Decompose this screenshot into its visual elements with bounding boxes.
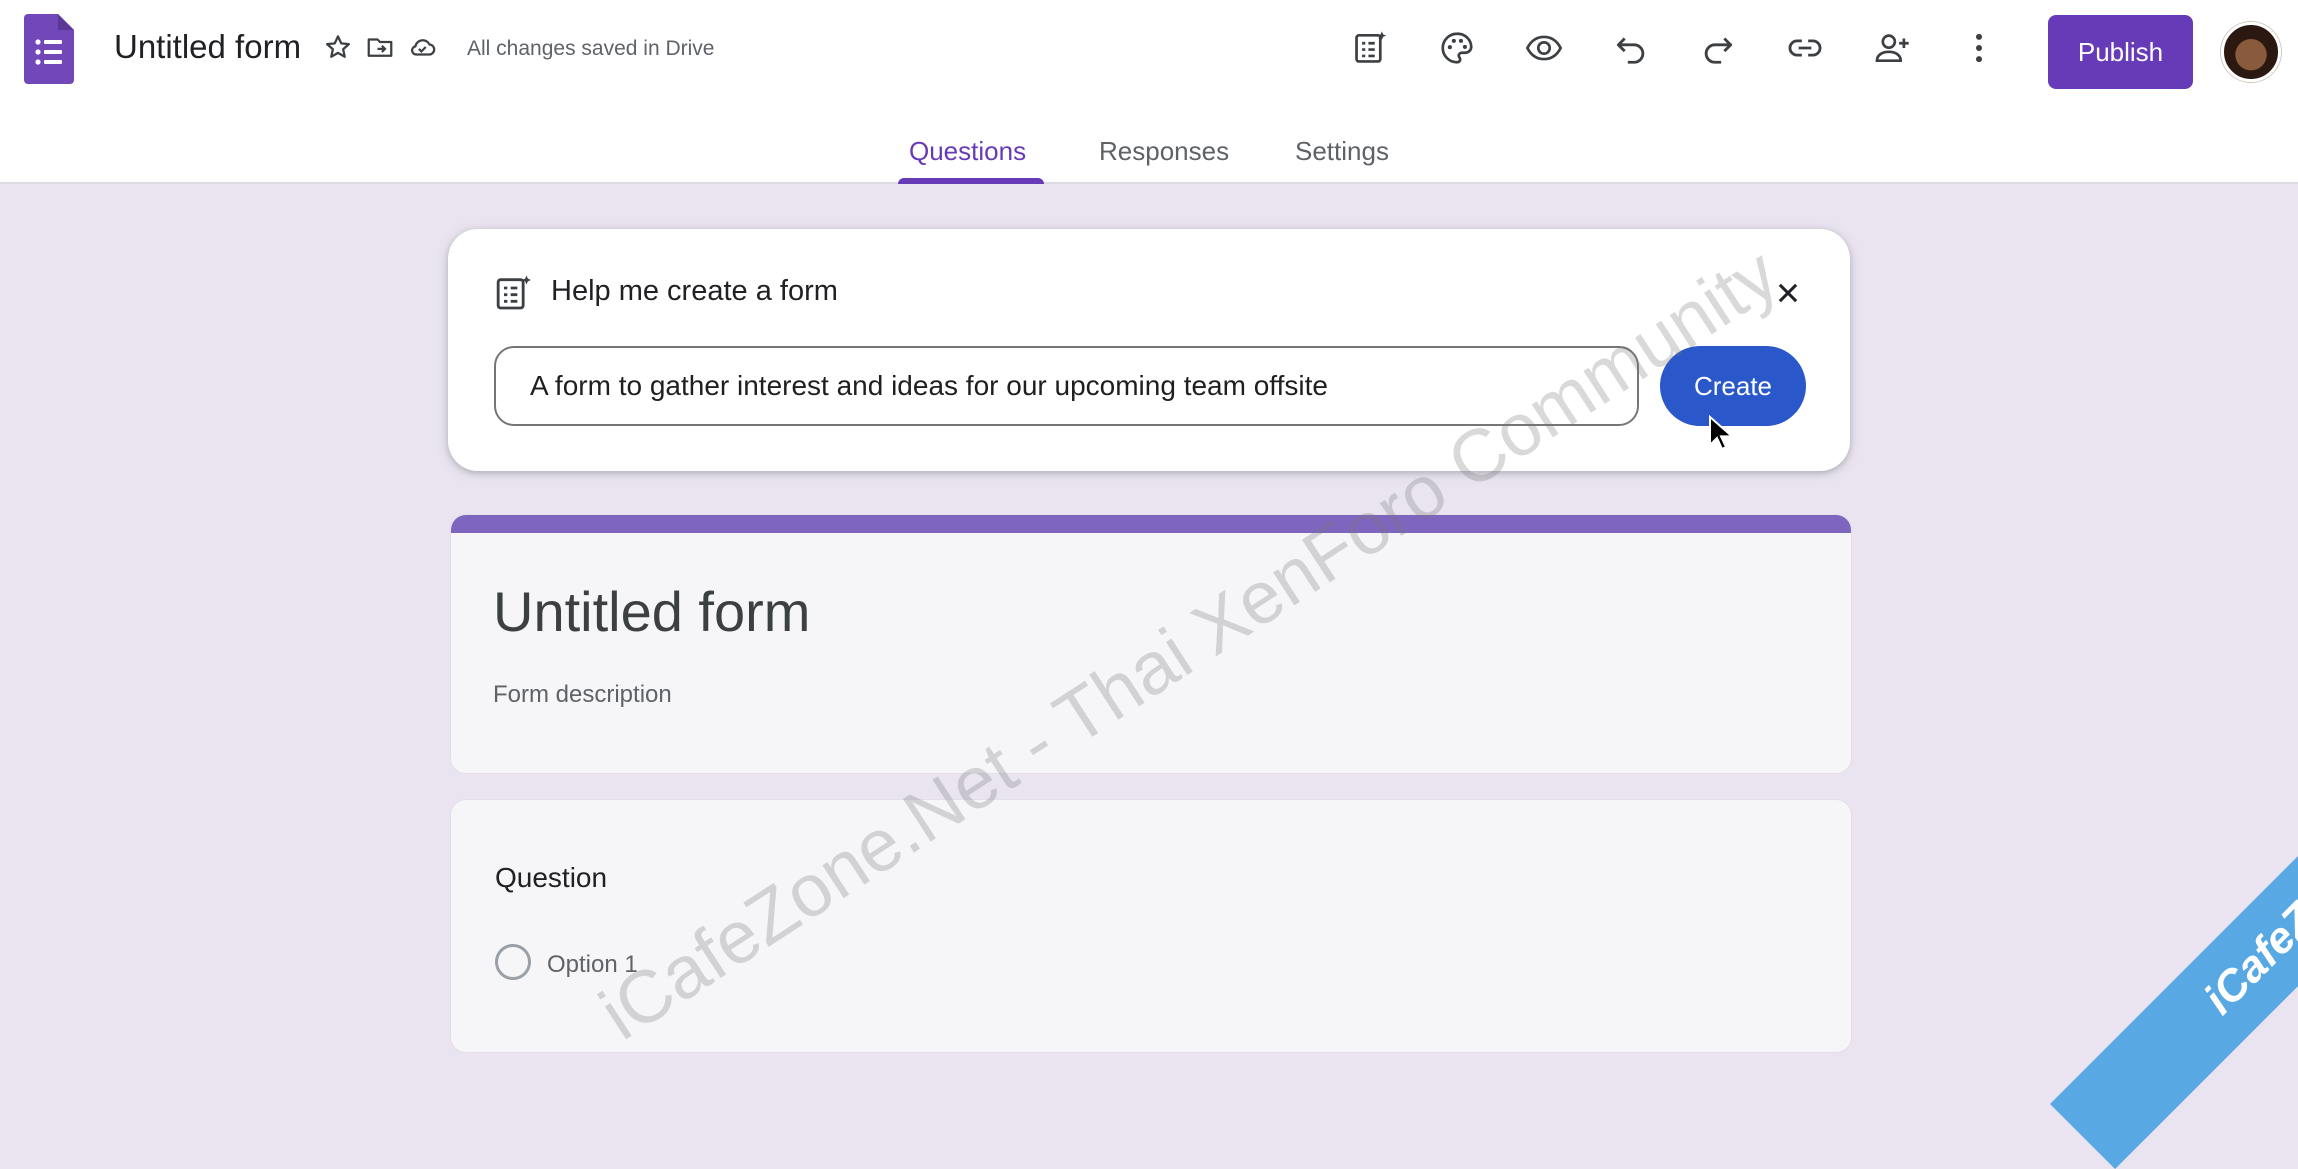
form-title-card: Untitled form Form description (450, 514, 1852, 774)
preview-eye-icon[interactable] (1514, 18, 1574, 78)
palette-icon[interactable] (1427, 18, 1487, 78)
radio-button[interactable] (495, 944, 531, 980)
title-actions (322, 30, 438, 64)
ai-form-icon (496, 275, 531, 310)
move-to-folder-icon[interactable] (364, 30, 396, 64)
create-button[interactable]: Create (1660, 346, 1806, 426)
add-collaborator-icon[interactable] (1862, 18, 1922, 78)
save-status: All changes saved in Drive (467, 37, 715, 60)
cloud-saved-icon[interactable] (406, 30, 438, 64)
redo-icon[interactable] (1688, 18, 1748, 78)
help-me-create-card: Help me create a form Create (448, 229, 1850, 471)
undo-icon[interactable] (1601, 18, 1661, 78)
option-row: Option 1 (495, 944, 638, 980)
mouse-pointer-icon (1709, 415, 1734, 451)
close-icon[interactable] (1774, 279, 1802, 307)
user-avatar[interactable] (2221, 22, 2281, 82)
google-forms-icon[interactable] (24, 14, 74, 84)
ai-form-icon[interactable] (1340, 18, 1400, 78)
title-card-accent-bar (451, 515, 1851, 533)
corner-watermark-ribbon: iCafeZone (2050, 736, 2298, 1169)
more-vert-icon[interactable] (1949, 18, 2009, 78)
form-tabs: Questions Responses Settings (0, 130, 2298, 184)
form-title[interactable]: Untitled form (493, 579, 810, 644)
tab-responses[interactable]: Responses (1099, 136, 1229, 167)
question-card[interactable]: Question Option 1 (450, 799, 1852, 1053)
ribbon-text: iCafeZone (2194, 838, 2298, 1024)
option-label[interactable]: Option 1 (547, 951, 638, 979)
active-tab-indicator (898, 178, 1044, 184)
publish-button[interactable]: Publish (2048, 15, 2193, 89)
form-description-field[interactable]: Form description (493, 681, 672, 709)
star-icon[interactable] (322, 30, 354, 64)
help-card-title: Help me create a form (551, 275, 838, 307)
tab-questions[interactable]: Questions (909, 136, 1026, 167)
question-title[interactable]: Question (495, 862, 607, 894)
document-title[interactable]: Untitled form (114, 28, 301, 66)
link-icon[interactable] (1775, 18, 1835, 78)
toolbar (1340, 18, 2009, 78)
tab-settings[interactable]: Settings (1295, 136, 1389, 167)
prompt-input[interactable] (494, 346, 1639, 426)
app-header: Untitled form All changes saved in Drive (0, 0, 2298, 184)
